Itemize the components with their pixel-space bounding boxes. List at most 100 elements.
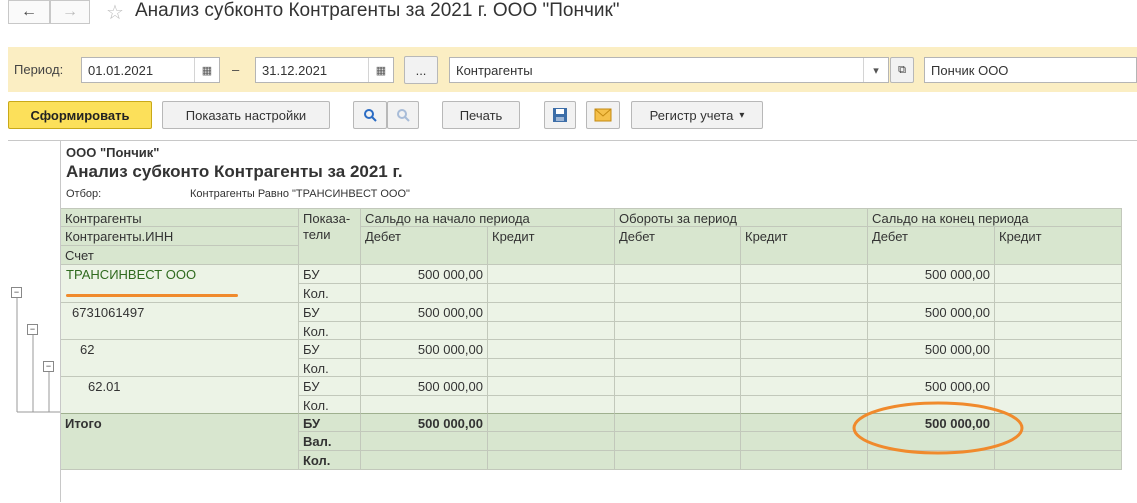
row-cell — [488, 284, 615, 303]
row-indicator-kol: Кол. — [299, 322, 361, 340]
total-indicator-val: Вал. — [299, 432, 361, 451]
total-cell — [361, 432, 488, 451]
row-cell — [741, 359, 868, 377]
row-cell — [995, 265, 1122, 284]
print-button[interactable]: Печать — [442, 101, 520, 129]
row-name: ТРАНСИНВЕСТ ООО — [61, 265, 299, 303]
row-name: 6731061497 — [61, 303, 299, 340]
row-cell — [868, 284, 995, 303]
period-label: Период: — [14, 62, 64, 77]
calendar-icon[interactable]: ▦ — [194, 58, 219, 82]
row-indicator-bu: БУ — [299, 340, 361, 359]
header-pokazateli: Показа- тели — [299, 208, 361, 265]
save-button[interactable] — [544, 101, 576, 129]
row-cell — [615, 359, 741, 377]
row-indicator-bu: БУ — [299, 265, 361, 284]
row-cell — [741, 265, 868, 284]
row-cell — [995, 340, 1122, 359]
row-cell — [741, 377, 868, 396]
header-start-debet: Дебет — [361, 227, 488, 265]
forward-button[interactable]: → — [50, 0, 90, 24]
total-cell — [741, 413, 868, 432]
period-dash: – — [232, 62, 240, 77]
header-end-kredit: Кредит — [995, 227, 1122, 265]
row-indicator-bu: БУ — [299, 377, 361, 396]
row-cell — [488, 303, 615, 322]
row-cell — [868, 359, 995, 377]
total-cell — [741, 432, 868, 451]
row-indicator-bu: БУ — [299, 303, 361, 322]
header-obor-kredit: Кредит — [741, 227, 868, 265]
total-cell — [615, 413, 741, 432]
underline-highlight — [66, 294, 238, 297]
report-title: Анализ субконто Контрагенты за 2021 г. — [66, 162, 403, 181]
report-org: ООО "Пончик" — [66, 145, 160, 160]
period-select-button[interactable]: ... — [404, 56, 438, 84]
row-cell — [615, 284, 741, 303]
date-to-input[interactable]: 31.12.2021 ▦ — [255, 57, 394, 83]
total-name: Итого — [61, 413, 299, 470]
filter-label: Отбор: — [66, 188, 102, 200]
row-cell — [488, 340, 615, 359]
total-cell — [488, 413, 615, 432]
register-dropdown-button[interactable]: Регистр учета ▾ — [631, 101, 763, 129]
row-indicator-kol: Кол. — [299, 284, 361, 303]
date-from-input[interactable]: 01.01.2021 ▦ — [81, 57, 220, 83]
calendar-icon[interactable]: ▦ — [368, 58, 393, 82]
search-button[interactable] — [353, 101, 387, 129]
header-end-debet: Дебет — [868, 227, 995, 265]
total-cell — [361, 451, 488, 470]
row-cell — [615, 303, 741, 322]
row-start-debet: 500 000,00 — [361, 340, 488, 359]
search-icon — [364, 109, 377, 122]
tree-lines — [16, 294, 60, 413]
row-end-debet: 500 000,00 — [868, 377, 995, 396]
header-schet: Счет — [61, 246, 299, 265]
collapse-group-icon[interactable]: − — [43, 361, 54, 372]
show-settings-button[interactable]: Показать настройки — [162, 101, 330, 129]
row-cell — [615, 340, 741, 359]
row-cell — [995, 303, 1122, 322]
header-saldo-end: Сальдо на конец периода — [868, 208, 1122, 227]
collapse-group-icon[interactable]: − — [11, 287, 22, 298]
header-saldo-start: Сальдо на начало периода — [361, 208, 615, 227]
row-start-debet: 500 000,00 — [361, 265, 488, 284]
row-cell — [361, 322, 488, 340]
chevron-down-icon: ▾ — [739, 109, 745, 121]
row-cell — [488, 377, 615, 396]
total-cell — [488, 451, 615, 470]
row-name: 62 — [61, 340, 299, 377]
email-button[interactable] — [586, 101, 620, 129]
page-title: Анализ субконто Контрагенты за 2021 г. О… — [135, 0, 620, 21]
row-cell — [995, 377, 1122, 396]
row-cell — [741, 322, 868, 340]
subconto-select[interactable]: Контрагенты ▾ — [449, 57, 889, 83]
open-icon[interactable]: ⧉ — [890, 57, 914, 83]
star-icon[interactable]: ☆ — [106, 0, 124, 25]
row-cell — [868, 322, 995, 340]
generate-button[interactable]: Сформировать — [8, 101, 152, 129]
search-cancel-icon — [397, 109, 410, 122]
row-cell — [488, 359, 615, 377]
row-start-debet: 500 000,00 — [361, 303, 488, 322]
header-obor-debet: Дебет — [615, 227, 741, 265]
organization-input[interactable]: Пончик ООО — [924, 57, 1137, 83]
row-start-debet: 500 000,00 — [361, 377, 488, 396]
row-cell — [361, 359, 488, 377]
collapse-group-icon[interactable]: − — [27, 324, 38, 335]
circle-highlight — [852, 401, 1024, 455]
total-indicator-bu: БУ — [299, 413, 361, 432]
header-oboroty: Обороты за период — [615, 208, 868, 227]
row-cell — [741, 340, 868, 359]
row-cell — [488, 265, 615, 284]
total-cell — [615, 432, 741, 451]
search-clear-button[interactable] — [387, 101, 419, 129]
row-cell — [741, 284, 868, 303]
envelope-icon — [594, 108, 612, 122]
back-button[interactable]: ← — [8, 0, 50, 24]
row-cell — [995, 359, 1122, 377]
total-cell — [488, 432, 615, 451]
chevron-down-icon[interactable]: ▾ — [863, 58, 888, 82]
row-end-debet: 500 000,00 — [868, 303, 995, 322]
header-kontragenty: Контрагенты — [61, 208, 299, 227]
